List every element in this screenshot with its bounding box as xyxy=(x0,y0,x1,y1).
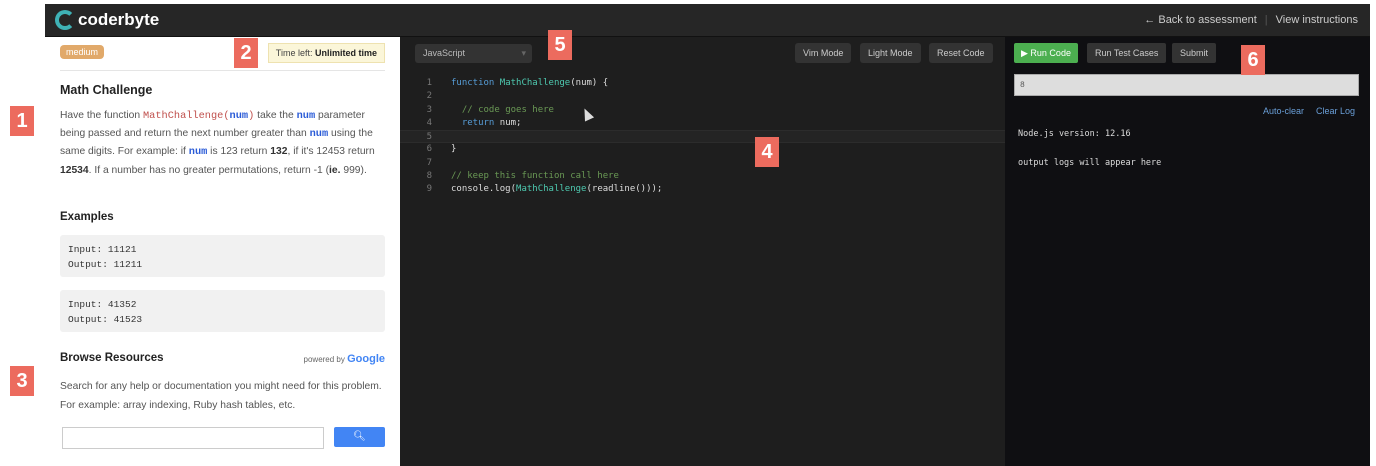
code-line: 9 console.log(MathChallenge(readline())); xyxy=(426,184,663,195)
code-line: 6} xyxy=(426,144,457,155)
clear-log-link[interactable]: Clear Log xyxy=(1316,106,1355,116)
code-line: 3 // code goes here xyxy=(426,104,554,115)
brand-name: coderbyte xyxy=(78,10,160,29)
code-line: 7 xyxy=(426,157,432,168)
code-line: 2 xyxy=(426,91,432,102)
marker-4: 4 xyxy=(755,137,779,167)
code-editor-panel: JavaScript Vim Mode Light Mode Reset Cod… xyxy=(400,37,1005,466)
challenge-title: Math Challenge xyxy=(60,83,153,97)
challenge-description: Have the function MathChallenge(num) tak… xyxy=(60,110,375,176)
time-label: Time left: xyxy=(275,48,313,58)
marker-5: 5 xyxy=(548,30,572,60)
marker-3: 3 xyxy=(10,366,34,396)
reset-code-button[interactable]: Reset Code xyxy=(929,43,993,63)
console-panel: ▶ Run Code Run Test Cases Submit 8 Auto-… xyxy=(1005,37,1370,466)
code-line: 8// keep this function call here xyxy=(426,171,619,182)
resource-search-input[interactable] xyxy=(62,427,324,449)
view-instructions-link[interactable]: View instructions xyxy=(1276,14,1358,26)
difficulty-badge: medium xyxy=(60,45,105,59)
divider: | xyxy=(1264,14,1268,26)
marker-2: 2 xyxy=(234,38,258,68)
browse-resources-heading: Browse Resources xyxy=(60,352,164,364)
logo-icon xyxy=(55,10,75,30)
example-2: Input: 41352 Output: 41523 xyxy=(60,290,385,332)
language-select[interactable]: JavaScript xyxy=(415,44,532,63)
divider xyxy=(60,70,385,71)
example-1: Input: 11121 Output: 11211 xyxy=(60,235,385,277)
code-line: 4 return num; xyxy=(426,117,522,128)
auto-clear-link[interactable]: Auto-clear xyxy=(1263,106,1304,116)
code-line-active: 5 xyxy=(400,130,1005,144)
challenge-panel: medium Time left: Unlimited time Math Ch… xyxy=(45,37,400,466)
browse-description: Search for any help or documentation you… xyxy=(60,381,382,411)
console-input[interactable]: 8 xyxy=(1014,74,1359,96)
code-area[interactable]: 1 function MathChallenge(num) { 2 3 // co… xyxy=(400,77,1005,197)
time-left: Time left: Unlimited time xyxy=(267,43,385,63)
search-button[interactable]: 🔍︎ xyxy=(334,427,385,447)
app-window: coderbyte ← Back to assessment | View inst… xyxy=(45,4,1370,466)
search-icon: 🔍︎ xyxy=(353,431,366,442)
submit-button[interactable]: Submit xyxy=(1172,43,1217,63)
run-test-cases-button[interactable]: Run Test Cases xyxy=(1087,43,1167,63)
coderbyte-logo[interactable]: coderbyte xyxy=(55,10,159,30)
run-code-button[interactable]: ▶ Run Code xyxy=(1014,43,1078,63)
header: coderbyte ← Back to assessment | View inst… xyxy=(45,4,1370,37)
examples-heading: Examples xyxy=(60,211,114,223)
marker-1: 1 xyxy=(10,106,34,136)
vim-mode-button[interactable]: Vim Mode xyxy=(795,43,852,63)
time-value: Unlimited time xyxy=(314,48,377,58)
powered-by-google: powered by Google xyxy=(303,353,385,365)
output-placeholder: output logs will appear here xyxy=(1018,158,1162,168)
marker-6: 6 xyxy=(1241,45,1265,75)
node-version: Node.js version: 12.16 xyxy=(1018,129,1131,139)
code-line: 1 function MathChallenge(num) { xyxy=(426,78,609,88)
light-mode-button[interactable]: Light Mode xyxy=(860,43,921,63)
back-to-assessment-link[interactable]: ← Back to assessment xyxy=(1144,14,1257,26)
